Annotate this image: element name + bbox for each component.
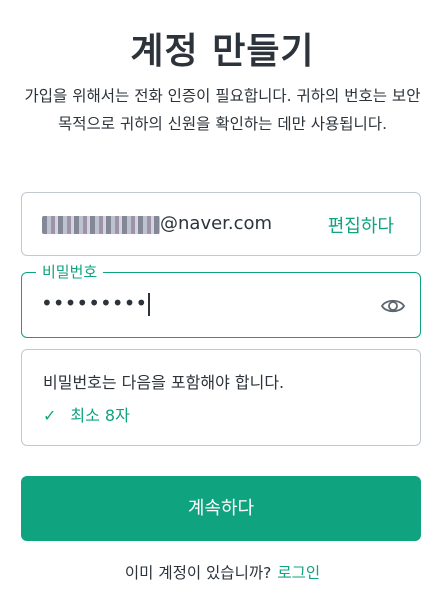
password-label: 비밀번호 (36, 261, 104, 282)
eye-icon[interactable] (380, 293, 406, 319)
text-caret (148, 293, 150, 316)
password-masked-value: ••••••••• (41, 291, 148, 315)
requirement-min-length: ✓ 최소 8자 (43, 402, 130, 426)
check-icon: ✓ (43, 406, 57, 425)
requirement-text: 최소 8자 (70, 406, 130, 425)
login-prompt-text: 이미 계정이 있습니까? (124, 564, 272, 582)
continue-button[interactable]: 계속하다 (21, 476, 421, 541)
email-field: @naver.com 편집하다 (21, 192, 421, 256)
email-domain: @naver.com (160, 213, 273, 234)
page-title: 계정 만들기 (130, 31, 315, 72)
page-subtitle: 가입을 위해서는 전화 인증이 필요합니다. 귀하의 번호는 보안 목적으로 귀… (24, 87, 421, 133)
password-field[interactable]: 비밀번호 ••••••••• (21, 261, 421, 338)
signup-page: 계정 만들기 가입을 위해서는 전화 인증이 필요합니다. 귀하의 번호는 보안… (0, 0, 445, 597)
login-link[interactable]: 로그인 (277, 564, 320, 582)
email-local-part-redacted (42, 216, 160, 234)
edit-email-link[interactable]: 편집하다 (328, 212, 394, 238)
password-input[interactable]: ••••••••• (41, 291, 150, 316)
login-prompt: 이미 계정이 있습니까? 로그인 (0, 561, 445, 583)
password-requirements: 비밀번호는 다음을 포함해야 합니다. ✓ 최소 8자 (21, 349, 421, 446)
requirements-title: 비밀번호는 다음을 포함해야 합니다. (43, 373, 285, 392)
